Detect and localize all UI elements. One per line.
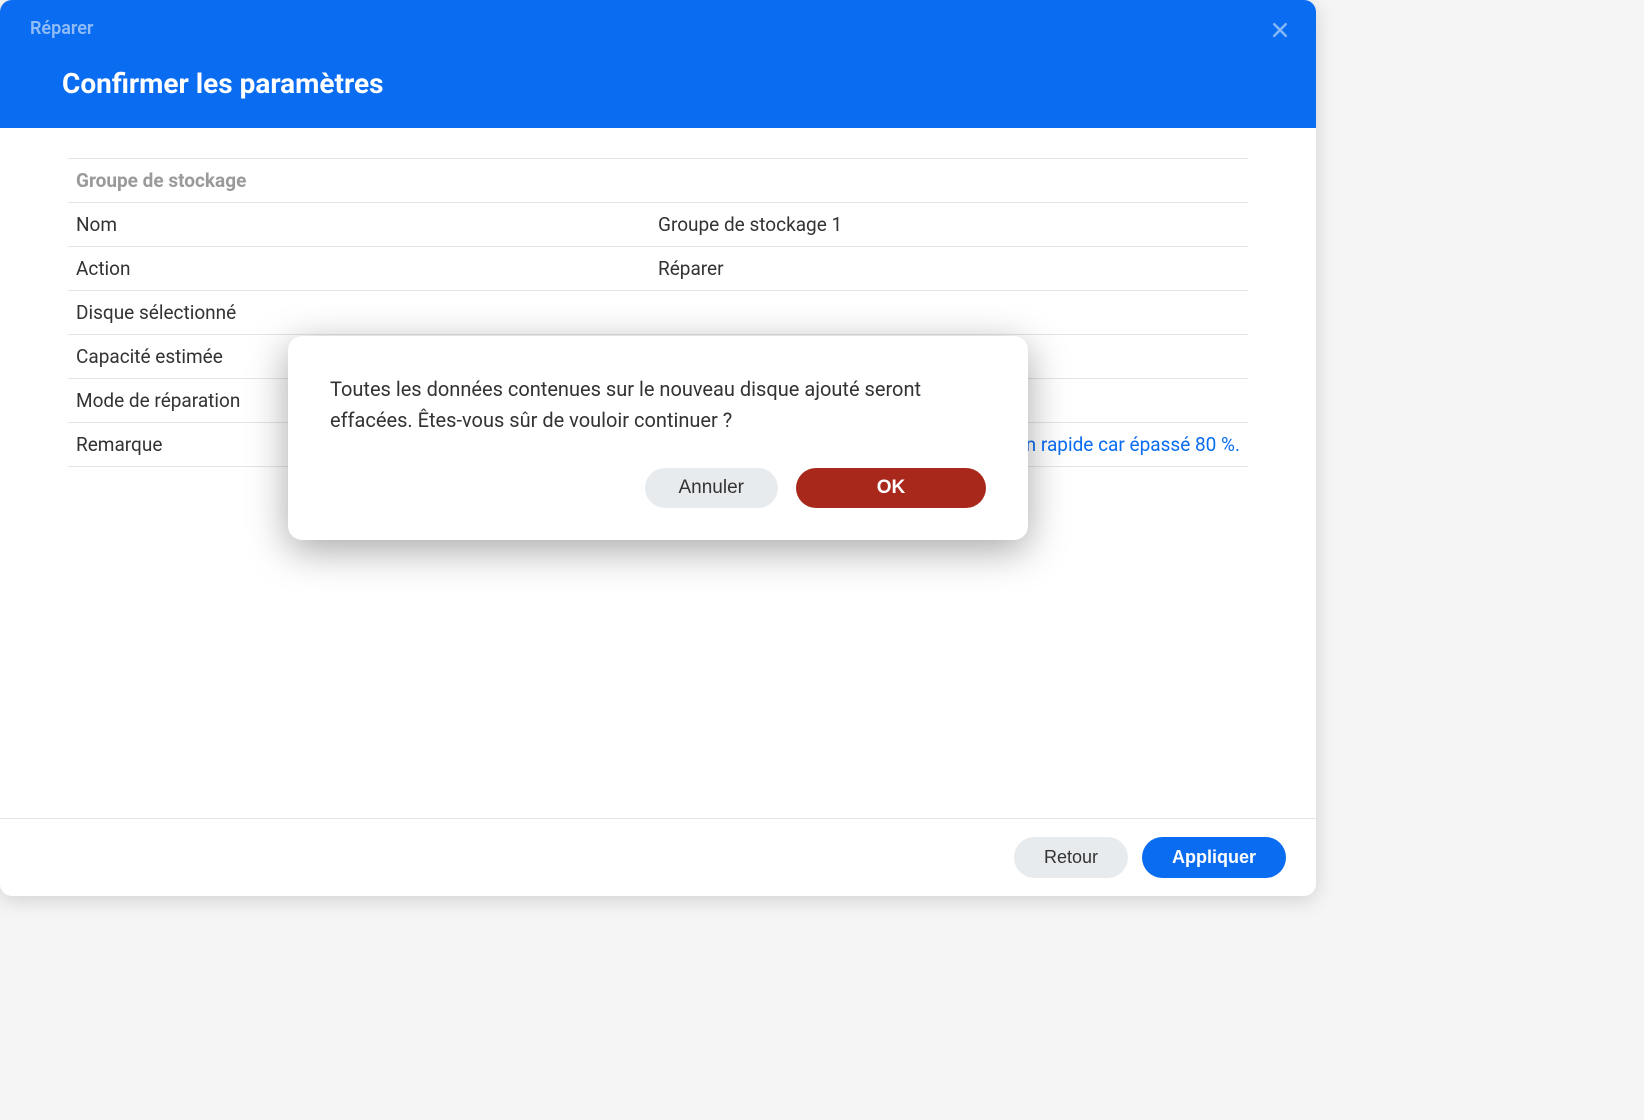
dialog-message: Toutes les données contenues sur le nouv… bbox=[330, 374, 986, 436]
modal-overlay: Toutes les données contenues sur le nouv… bbox=[0, 0, 1316, 896]
cancel-button[interactable]: Annuler bbox=[645, 468, 779, 508]
dialog-buttons: Annuler OK bbox=[330, 468, 986, 508]
ok-button[interactable]: OK bbox=[796, 468, 986, 508]
confirmation-dialog: Toutes les données contenues sur le nouv… bbox=[288, 336, 1028, 540]
